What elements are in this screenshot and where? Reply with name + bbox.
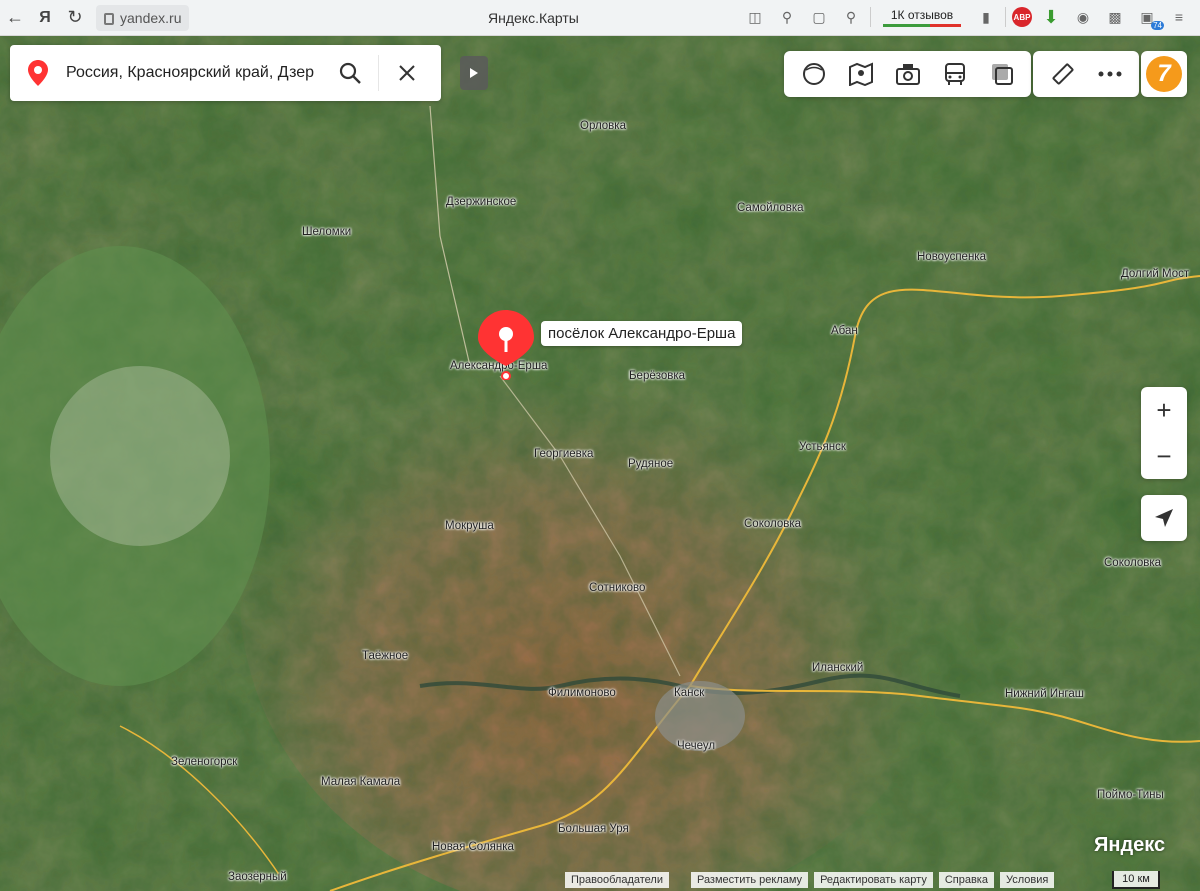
place-label[interactable]: Дзержинское: [446, 196, 516, 208]
tabs-icon[interactable]: ◫: [742, 4, 768, 30]
place-label[interactable]: Долгий Мост: [1121, 268, 1189, 280]
place-label[interactable]: Новоуспенка: [917, 251, 986, 263]
map-footer: Правообладатели Разместить рекламу Редак…: [565, 870, 1060, 890]
notifications-icon[interactable]: ▣ 74: [1134, 4, 1164, 30]
map-style-icon[interactable]: [978, 51, 1025, 97]
transit-icon[interactable]: [931, 51, 978, 97]
menu-icon[interactable]: ≡: [1166, 4, 1192, 30]
place-label[interactable]: Орловка: [580, 120, 626, 132]
photos-icon[interactable]: [884, 51, 931, 97]
address-bar[interactable]: yandex.ru: [96, 4, 190, 31]
place-label[interactable]: Абан: [831, 325, 858, 337]
back-icon[interactable]: ←: [0, 4, 30, 32]
place-label[interactable]: Самойловка: [737, 202, 804, 214]
place-label[interactable]: Берёзовка: [629, 370, 685, 382]
adblock-icon[interactable]: ABP: [1012, 7, 1032, 27]
place-label[interactable]: Соколовка: [744, 518, 801, 530]
camera-icon[interactable]: ◉: [1070, 4, 1096, 30]
place-label[interactable]: Сотниково: [589, 582, 645, 594]
bookmark-icon[interactable]: ▮: [973, 4, 999, 30]
avatar-icon: 7: [1146, 56, 1182, 92]
search-icon[interactable]: [322, 45, 378, 101]
place-label[interactable]: Соколовка: [1104, 557, 1161, 569]
terms-link[interactable]: Условия: [999, 872, 1055, 888]
browser-toolbar: ← Я ↻ yandex.ru Яндекс.Карты ◫ ⚲ ▢ ⚲ 1К …: [0, 0, 1200, 36]
extension-icon[interactable]: ▩: [1102, 4, 1128, 30]
place-label[interactable]: Малая Камала: [321, 776, 400, 788]
map-canvas[interactable]: Орловка Дзержинское Самойловка Шеломки Н…: [0, 36, 1200, 891]
tools-toolbar: [1033, 51, 1139, 97]
page-title: Яндекс.Карты: [488, 10, 579, 26]
yandex-logo: Яндекс: [1094, 834, 1166, 856]
help-link[interactable]: Справка: [938, 872, 994, 888]
scale-bar: 10 км: [1112, 871, 1160, 889]
layers-icon[interactable]: [790, 51, 837, 97]
user-avatar[interactable]: 7: [1141, 51, 1187, 97]
place-label[interactable]: Новая Солянка: [432, 841, 514, 853]
reload-icon[interactable]: ↻: [60, 4, 90, 32]
place-label[interactable]: Мокруша: [445, 520, 494, 532]
location-icon[interactable]: ⚲: [838, 4, 864, 30]
download-icon[interactable]: ⬇: [1038, 4, 1064, 30]
place-label[interactable]: Рудяное: [628, 458, 673, 470]
zoom-control: + −: [1141, 387, 1187, 479]
lock-icon: [104, 12, 114, 25]
place-label[interactable]: Заозёрный: [228, 871, 287, 883]
block-icon[interactable]: ▢: [806, 4, 832, 30]
place-label[interactable]: Иланский: [812, 662, 863, 674]
reviews-widget[interactable]: 1К отзывов: [877, 8, 967, 27]
more-icon[interactable]: [1086, 51, 1133, 97]
copyright-link[interactable]: Правообладатели: [565, 872, 669, 888]
divider: [1005, 7, 1006, 27]
search-panel: [10, 45, 441, 101]
marker-label[interactable]: посёлок Александро-Ерша: [541, 321, 743, 346]
place-label[interactable]: Чечеул: [677, 740, 715, 752]
place-label[interactable]: Зеленогорск: [171, 756, 237, 768]
zoom-icon[interactable]: ⚲: [774, 4, 800, 30]
close-icon[interactable]: [379, 45, 435, 101]
place-label[interactable]: Канск: [674, 687, 704, 699]
location-marker[interactable]: [478, 310, 534, 385]
navigation-arrow-icon: [1155, 509, 1173, 527]
place-label[interactable]: Нижний Ингаш: [1005, 688, 1084, 700]
location-pin-icon: [10, 60, 66, 86]
divider: [870, 7, 871, 27]
badge-count: 74: [1151, 21, 1164, 30]
zoom-out-button[interactable]: −: [1141, 433, 1187, 479]
edit-map-link[interactable]: Редактировать карту: [814, 872, 933, 888]
ruler-icon[interactable]: [1039, 51, 1086, 97]
place-label[interactable]: Устьянск: [799, 441, 846, 453]
reviews-label: 1К отзывов: [890, 7, 954, 22]
collapse-panel-button[interactable]: [460, 56, 488, 90]
place-label[interactable]: Большая Уря: [558, 823, 629, 835]
panorama-icon[interactable]: [837, 51, 884, 97]
search-input[interactable]: [66, 64, 322, 82]
yandex-browser-icon[interactable]: Я: [30, 4, 60, 32]
ads-link[interactable]: Разместить рекламу: [690, 872, 809, 888]
place-label[interactable]: Георгиевка: [534, 448, 593, 460]
reviews-rating-bar: [883, 23, 961, 27]
place-label[interactable]: Поймо-Тины: [1097, 789, 1164, 801]
place-label[interactable]: Таёжное: [362, 650, 408, 662]
zoom-in-button[interactable]: +: [1141, 387, 1187, 433]
url-text: yandex.ru: [120, 9, 182, 26]
geolocation-button[interactable]: [1141, 495, 1187, 541]
layers-toolbar: [784, 51, 1031, 97]
place-label[interactable]: Филимоново: [548, 687, 616, 699]
place-label[interactable]: Шеломки: [302, 226, 351, 238]
